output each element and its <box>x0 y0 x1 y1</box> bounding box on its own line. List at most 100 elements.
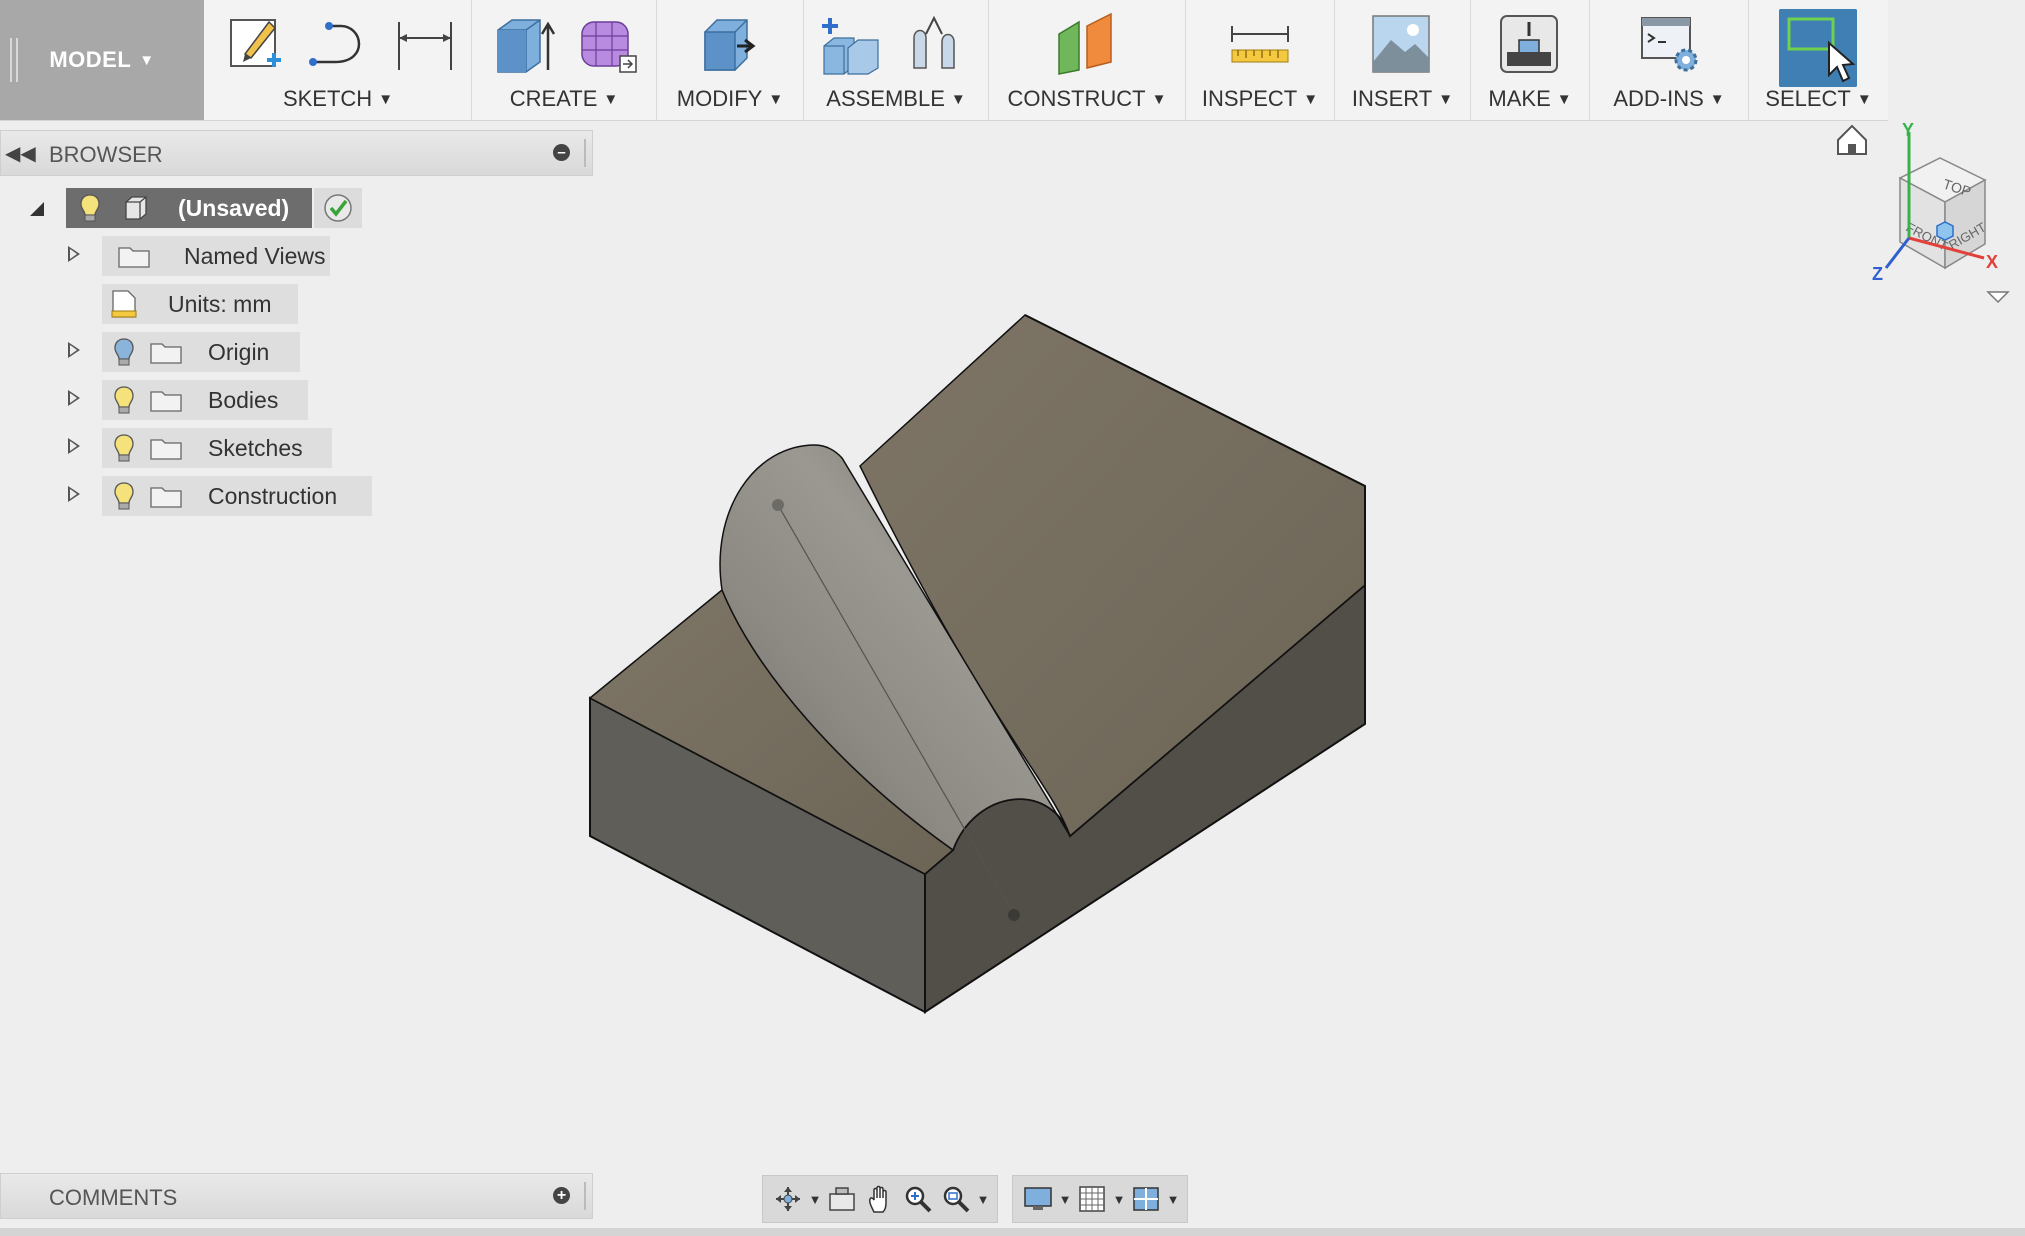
caret-down-icon: ▼ <box>139 51 155 69</box>
3d-print-icon[interactable] <box>1497 12 1561 76</box>
orbit-icon[interactable] <box>769 1179 807 1219</box>
panel-grip[interactable] <box>584 139 586 167</box>
offset-plane-icon[interactable] <box>1055 12 1119 76</box>
grid-icon[interactable] <box>1073 1179 1111 1219</box>
toolbar-group-construct: CONSTRUCT ▼ <box>989 0 1186 120</box>
expand-arrow-icon[interactable] <box>68 342 80 358</box>
toolbar-grip[interactable] <box>10 38 18 82</box>
folder-icon <box>150 391 182 412</box>
folder-icon <box>150 487 182 508</box>
browser-header: ◀◀ BROWSER – <box>0 130 593 176</box>
form-icon[interactable] <box>576 12 640 76</box>
tree-item-named-views: Named Views <box>0 236 400 276</box>
toolbar-label-sketch[interactable]: SKETCH ▼ <box>205 86 471 112</box>
add-comment-icon[interactable]: + <box>553 1187 570 1204</box>
dimension-icon[interactable] <box>393 12 457 76</box>
browser-root-row: (Unsaved) <box>0 188 400 228</box>
create-sketch-icon[interactable] <box>223 12 287 76</box>
tree-item-label: Construction <box>208 482 338 509</box>
lightbulb-icon[interactable] <box>114 433 134 463</box>
workspace-switcher[interactable]: MODEL ▼ <box>0 0 204 120</box>
press-pull-icon[interactable] <box>697 12 761 76</box>
toolbar-label-addins[interactable]: ADD-INS ▼ <box>1590 86 1748 112</box>
display-settings-icon[interactable] <box>1019 1179 1057 1219</box>
toolbar-label-select[interactable]: SELECT ▼ <box>1749 86 1888 112</box>
display-dropdown[interactable]: ▼ <box>1057 1179 1073 1219</box>
toolbar-group-inspect: INSPECT ▼ <box>1186 0 1335 120</box>
browser-root-item[interactable]: (Unsaved) <box>66 188 312 228</box>
collapse-panel-icon[interactable]: ◀◀ <box>5 141 36 166</box>
caret-down-icon: ▼ <box>1709 91 1725 108</box>
measure-icon[interactable] <box>1228 12 1292 76</box>
scripts-icon[interactable] <box>1638 12 1702 76</box>
nav-tools: ▼ ▼ <box>762 1175 998 1223</box>
toolbar-label-inspect[interactable]: INSPECT ▼ <box>1186 86 1334 112</box>
extrude-icon[interactable] <box>492 12 556 76</box>
viewports-dropdown[interactable]: ▼ <box>1165 1179 1181 1219</box>
comments-title: COMMENTS <box>49 1185 178 1210</box>
expand-arrow-icon[interactable] <box>68 438 80 454</box>
tree-item-origin: Origin <box>0 332 400 372</box>
tree-item-pill[interactable]: Construction <box>102 476 372 516</box>
grid-dropdown[interactable]: ▼ <box>1111 1179 1127 1219</box>
expand-arrow-icon[interactable] <box>68 390 80 406</box>
toolbar-label-modify[interactable]: MODIFY ▼ <box>657 86 803 112</box>
zoom-dropdown[interactable]: ▼ <box>975 1179 991 1219</box>
tree-item-pill[interactable]: Sketches <box>102 428 332 468</box>
caret-down-icon: ▼ <box>1438 91 1454 108</box>
status-strip <box>0 1228 2025 1236</box>
browser-title: BROWSER <box>49 142 163 167</box>
expand-arrow-icon[interactable] <box>30 202 44 216</box>
lightbulb-icon[interactable] <box>114 481 134 511</box>
zoom-icon[interactable] <box>899 1179 937 1219</box>
toolbar-group-insert: INSERT ▼ <box>1335 0 1471 120</box>
panel-grip[interactable] <box>584 1182 586 1210</box>
insert-image-icon[interactable] <box>1369 12 1433 76</box>
toolbar-group-sketch: SKETCH ▼ <box>205 0 472 120</box>
caret-down-icon: ▼ <box>1556 91 1572 108</box>
comments-header[interactable]: COMMENTS + <box>0 1173 593 1219</box>
new-component-icon[interactable] <box>820 12 884 76</box>
line-icon[interactable] <box>305 12 369 76</box>
tree-item-bodies: Bodies <box>0 380 400 420</box>
folder-icon <box>150 439 182 460</box>
orbit-dropdown[interactable]: ▼ <box>807 1179 823 1219</box>
toolbar-label-assemble[interactable]: ASSEMBLE ▼ <box>804 86 988 112</box>
expand-arrow-icon[interactable] <box>68 486 80 502</box>
toolbar-label-construct[interactable]: CONSTRUCT ▼ <box>989 86 1185 112</box>
lightbulb-icon[interactable] <box>114 385 134 415</box>
tree-item-pill[interactable]: Origin <box>102 332 300 372</box>
saved-status <box>314 188 362 228</box>
toolbar-label-insert[interactable]: INSERT ▼ <box>1335 86 1470 112</box>
tree-item-pill[interactable]: Units: mm <box>102 284 298 324</box>
fit-icon[interactable] <box>937 1179 975 1219</box>
tree-item-label: Sketches <box>208 434 303 461</box>
toolbar-group-assemble: ASSEMBLE ▼ <box>804 0 989 120</box>
pan-icon[interactable] <box>861 1179 899 1219</box>
axis-z-label: Z <box>1872 264 1883 284</box>
toolbar-group-addins: ADD-INS ▼ <box>1590 0 1749 120</box>
expand-arrow-icon[interactable] <box>68 246 80 262</box>
joint-icon[interactable] <box>904 12 968 76</box>
caret-down-icon: ▼ <box>768 91 784 108</box>
minimize-panel-icon[interactable]: – <box>553 144 570 161</box>
3d-model-body[interactable] <box>580 300 1380 1020</box>
tree-item-label: Origin <box>208 338 270 365</box>
look-at-icon[interactable] <box>823 1179 861 1219</box>
caret-down-icon: ▼ <box>378 91 394 108</box>
view-cube-menu-icon[interactable] <box>1986 291 2010 304</box>
tree-item-pill[interactable]: Bodies <box>102 380 308 420</box>
toolbar-label-make[interactable]: MAKE ▼ <box>1471 86 1589 112</box>
nav-display: ▼ ▼ ▼ <box>1012 1175 1188 1223</box>
tree-item-label: Units: mm <box>168 290 272 317</box>
view-cube[interactable]: TOP FRONT RIGHT Y X Z <box>1820 118 2020 318</box>
viewports-icon[interactable] <box>1127 1179 1165 1219</box>
tree-item-pill[interactable]: Named Views <box>102 236 330 276</box>
navigation-bar: ▼ ▼ ▼ ▼ ▼ <box>762 1175 1252 1223</box>
select-icon[interactable] <box>1779 9 1857 87</box>
toolbar: MODEL ▼ SKETCH ▼ CREATE ▼ MODIFY ▼ ASSEM… <box>0 0 1888 121</box>
toolbar-label-create[interactable]: CREATE ▼ <box>472 86 656 112</box>
lightbulb-icon[interactable] <box>114 337 134 367</box>
lightbulb-icon[interactable] <box>80 193 100 223</box>
home-icon[interactable] <box>1837 124 1867 155</box>
